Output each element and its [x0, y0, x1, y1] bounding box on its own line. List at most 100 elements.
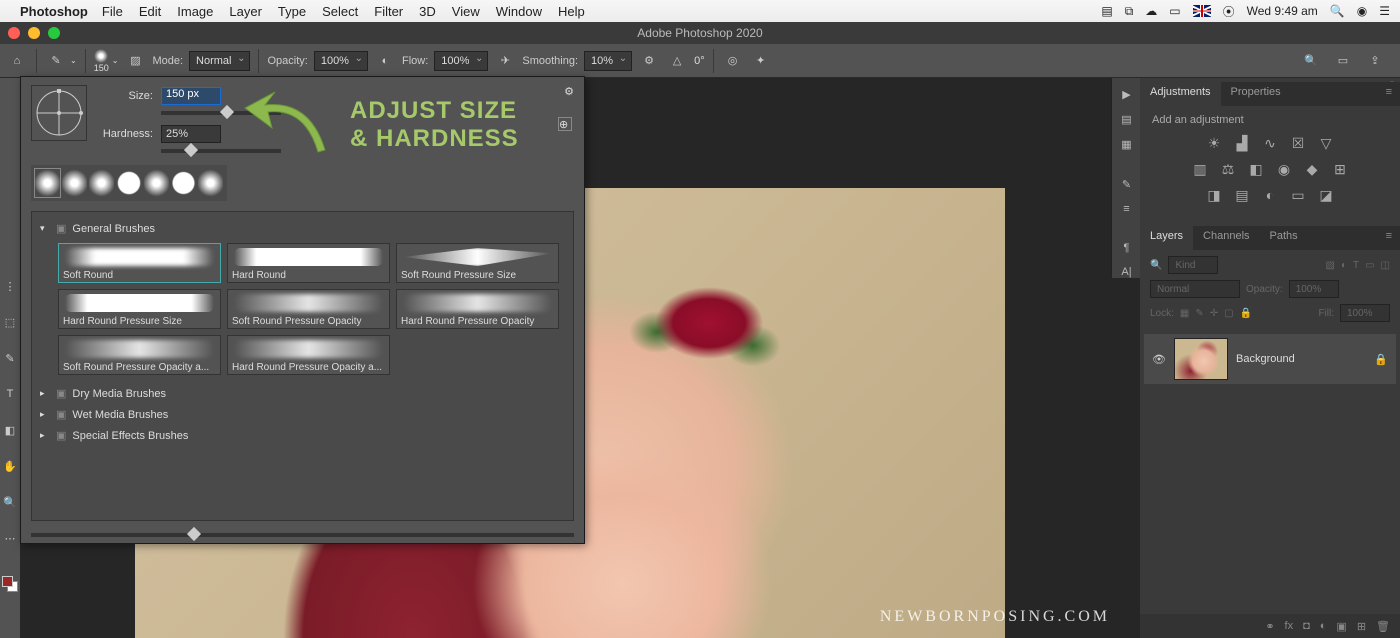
brushes-icon[interactable]: ✎	[1118, 178, 1136, 191]
recent-brush[interactable]	[116, 169, 141, 197]
opacity-input[interactable]: 100%	[314, 51, 368, 71]
filter-pixel-icon[interactable]: ▧	[1325, 260, 1334, 271]
smoothing-gear-icon[interactable]: ⚙	[638, 50, 660, 72]
brush-panel-toggle-icon[interactable]: ▨	[124, 50, 146, 72]
folder-sfx[interactable]: ▸▣Special Effects Brushes	[38, 425, 567, 446]
visibility-icon[interactable]: 👁	[1152, 353, 1166, 366]
workspace-icon[interactable]: ▭	[1332, 50, 1354, 72]
hue-icon[interactable]: ▥	[1191, 160, 1209, 178]
layer-mask-icon[interactable]: ◘	[1303, 620, 1310, 632]
new-fill-icon[interactable]: ◐	[1320, 620, 1327, 632]
hardness-slider[interactable]	[161, 149, 281, 153]
filter-adjustment-icon[interactable]: ◐	[1341, 260, 1347, 271]
recent-brush[interactable]	[89, 169, 114, 197]
menubar-app-name[interactable]: Photoshop	[20, 4, 88, 19]
panel-menu-icon[interactable]: ≡	[1378, 82, 1400, 106]
lock-artboard-icon[interactable]: ▢	[1224, 308, 1233, 319]
home-icon[interactable]: ⌂	[6, 50, 28, 72]
blend-mode-select[interactable]: Normal	[189, 51, 250, 71]
invert-icon[interactable]: ◨	[1205, 186, 1223, 204]
lock-all-icon[interactable]: 🔒	[1240, 308, 1252, 319]
layer-opacity-input[interactable]: 100%	[1289, 280, 1339, 298]
menu-type[interactable]: Type	[278, 4, 306, 19]
posterize-icon[interactable]: ▤	[1233, 186, 1251, 204]
menubar-clock[interactable]: Wed 9:49 am	[1247, 4, 1318, 18]
cloud-icon[interactable]: ☁	[1145, 4, 1157, 18]
brush-chevron-icon[interactable]: ⌄	[112, 56, 119, 65]
tool-icon[interactable]: ✋	[2, 458, 18, 474]
opacity-pressure-icon[interactable]: ◐	[374, 50, 396, 72]
recent-brush[interactable]	[198, 169, 223, 197]
brush-item[interactable]: Soft Round Pressure Size	[396, 243, 559, 283]
minimize-window-button[interactable]	[28, 27, 40, 39]
channel-mixer-icon[interactable]: ◆	[1303, 160, 1321, 178]
selective-color-icon[interactable]: ◪	[1317, 186, 1335, 204]
exposure-icon[interactable]: ☒	[1289, 134, 1307, 152]
folder-general[interactable]: ▾▣General Brushes	[38, 218, 567, 239]
foreground-background-colors[interactable]	[2, 576, 18, 592]
airbrush-icon[interactable]: ✈	[494, 50, 516, 72]
menu-edit[interactable]: Edit	[139, 4, 161, 19]
swatches-icon[interactable]: ≡	[1118, 203, 1136, 215]
tool-icon[interactable]: ✎	[2, 350, 18, 366]
layer-blend-select[interactable]: Normal	[1150, 280, 1240, 298]
tab-channels[interactable]: Channels	[1193, 226, 1259, 250]
angle-icon[interactable]: △	[666, 50, 688, 72]
flow-input[interactable]: 100%	[434, 51, 488, 71]
share-icon[interactable]: ⇪	[1364, 50, 1386, 72]
menubar-icon[interactable]: ▤	[1101, 4, 1112, 18]
layer-style-icon[interactable]: fx	[1285, 620, 1294, 632]
size-slider[interactable]	[161, 111, 281, 115]
size-input[interactable]: 150 px	[161, 87, 221, 105]
menu-help[interactable]: Help	[558, 4, 585, 19]
link-layers-icon[interactable]: ⚭	[1265, 620, 1274, 633]
paragraph-icon[interactable]: ¶	[1118, 242, 1136, 254]
recent-brush[interactable]	[35, 169, 60, 197]
brush-item[interactable]: Hard Round Pressure Opacity a...	[227, 335, 390, 375]
menu-image[interactable]: Image	[177, 4, 213, 19]
foreground-color-swatch[interactable]	[2, 576, 13, 587]
zoom-tool-icon[interactable]: 🔍	[2, 494, 18, 510]
display-icon[interactable]: ▭	[1169, 4, 1180, 18]
recent-brush[interactable]	[62, 169, 87, 197]
close-window-button[interactable]	[8, 27, 20, 39]
search-icon[interactable]: 🔍	[1150, 260, 1162, 271]
threshold-icon[interactable]: ◐	[1261, 186, 1279, 204]
new-layer-icon[interactable]: ⊞	[1357, 620, 1366, 633]
folder-dry[interactable]: ▸▣Dry Media Brushes	[38, 383, 567, 404]
pressure-size-icon[interactable]: ◎	[722, 50, 744, 72]
brightness-icon[interactable]: ☀	[1205, 134, 1223, 152]
brush-angle-preview[interactable]	[31, 85, 87, 141]
folder-wet[interactable]: ▸▣Wet Media Brushes	[38, 404, 567, 425]
lock-image-icon[interactable]: ✎	[1195, 308, 1203, 319]
brush-item[interactable]: Hard Round Pressure Opacity	[396, 289, 559, 329]
brush-item[interactable]: Hard Round	[227, 243, 390, 283]
dropbox-icon[interactable]: ⧉	[1125, 4, 1134, 19]
input-flag-icon[interactable]	[1193, 5, 1211, 17]
tab-properties[interactable]: Properties	[1221, 82, 1291, 106]
filter-type-icon[interactable]: T	[1353, 260, 1359, 271]
filter-kind-select[interactable]: Kind	[1168, 256, 1218, 274]
menu-icon[interactable]: ☰	[1379, 4, 1390, 18]
bw-icon[interactable]: ◧	[1247, 160, 1265, 178]
menu-file[interactable]: File	[102, 4, 123, 19]
menu-window[interactable]: Window	[496, 4, 542, 19]
play-icon[interactable]: ▶	[1118, 88, 1136, 101]
menu-filter[interactable]: Filter	[374, 4, 403, 19]
tool-chevron-icon[interactable]: ⌄	[70, 56, 77, 65]
tool-icon[interactable]: ⋯	[2, 530, 18, 546]
menu-layer[interactable]: Layer	[229, 4, 262, 19]
new-preset-icon[interactable]: ⊕	[558, 117, 572, 131]
panel-menu-icon[interactable]: ≡	[1378, 226, 1400, 250]
tool-icon[interactable]: ◧	[2, 422, 18, 438]
tab-layers[interactable]: Layers	[1140, 226, 1193, 250]
delete-layer-icon[interactable]: 🗑	[1376, 620, 1390, 633]
photo-filter-icon[interactable]: ◉	[1275, 160, 1293, 178]
filter-smart-icon[interactable]: ◫	[1381, 260, 1390, 271]
angle-value[interactable]: 0°	[694, 55, 705, 67]
search-icon[interactable]: 🔍	[1300, 50, 1322, 72]
navigator-icon[interactable]: ▦	[1118, 138, 1136, 151]
lock-position-icon[interactable]: ✛	[1210, 308, 1218, 319]
brush-tool-icon[interactable]: ✎	[45, 50, 67, 72]
tool-icon[interactable]: T	[2, 386, 18, 402]
